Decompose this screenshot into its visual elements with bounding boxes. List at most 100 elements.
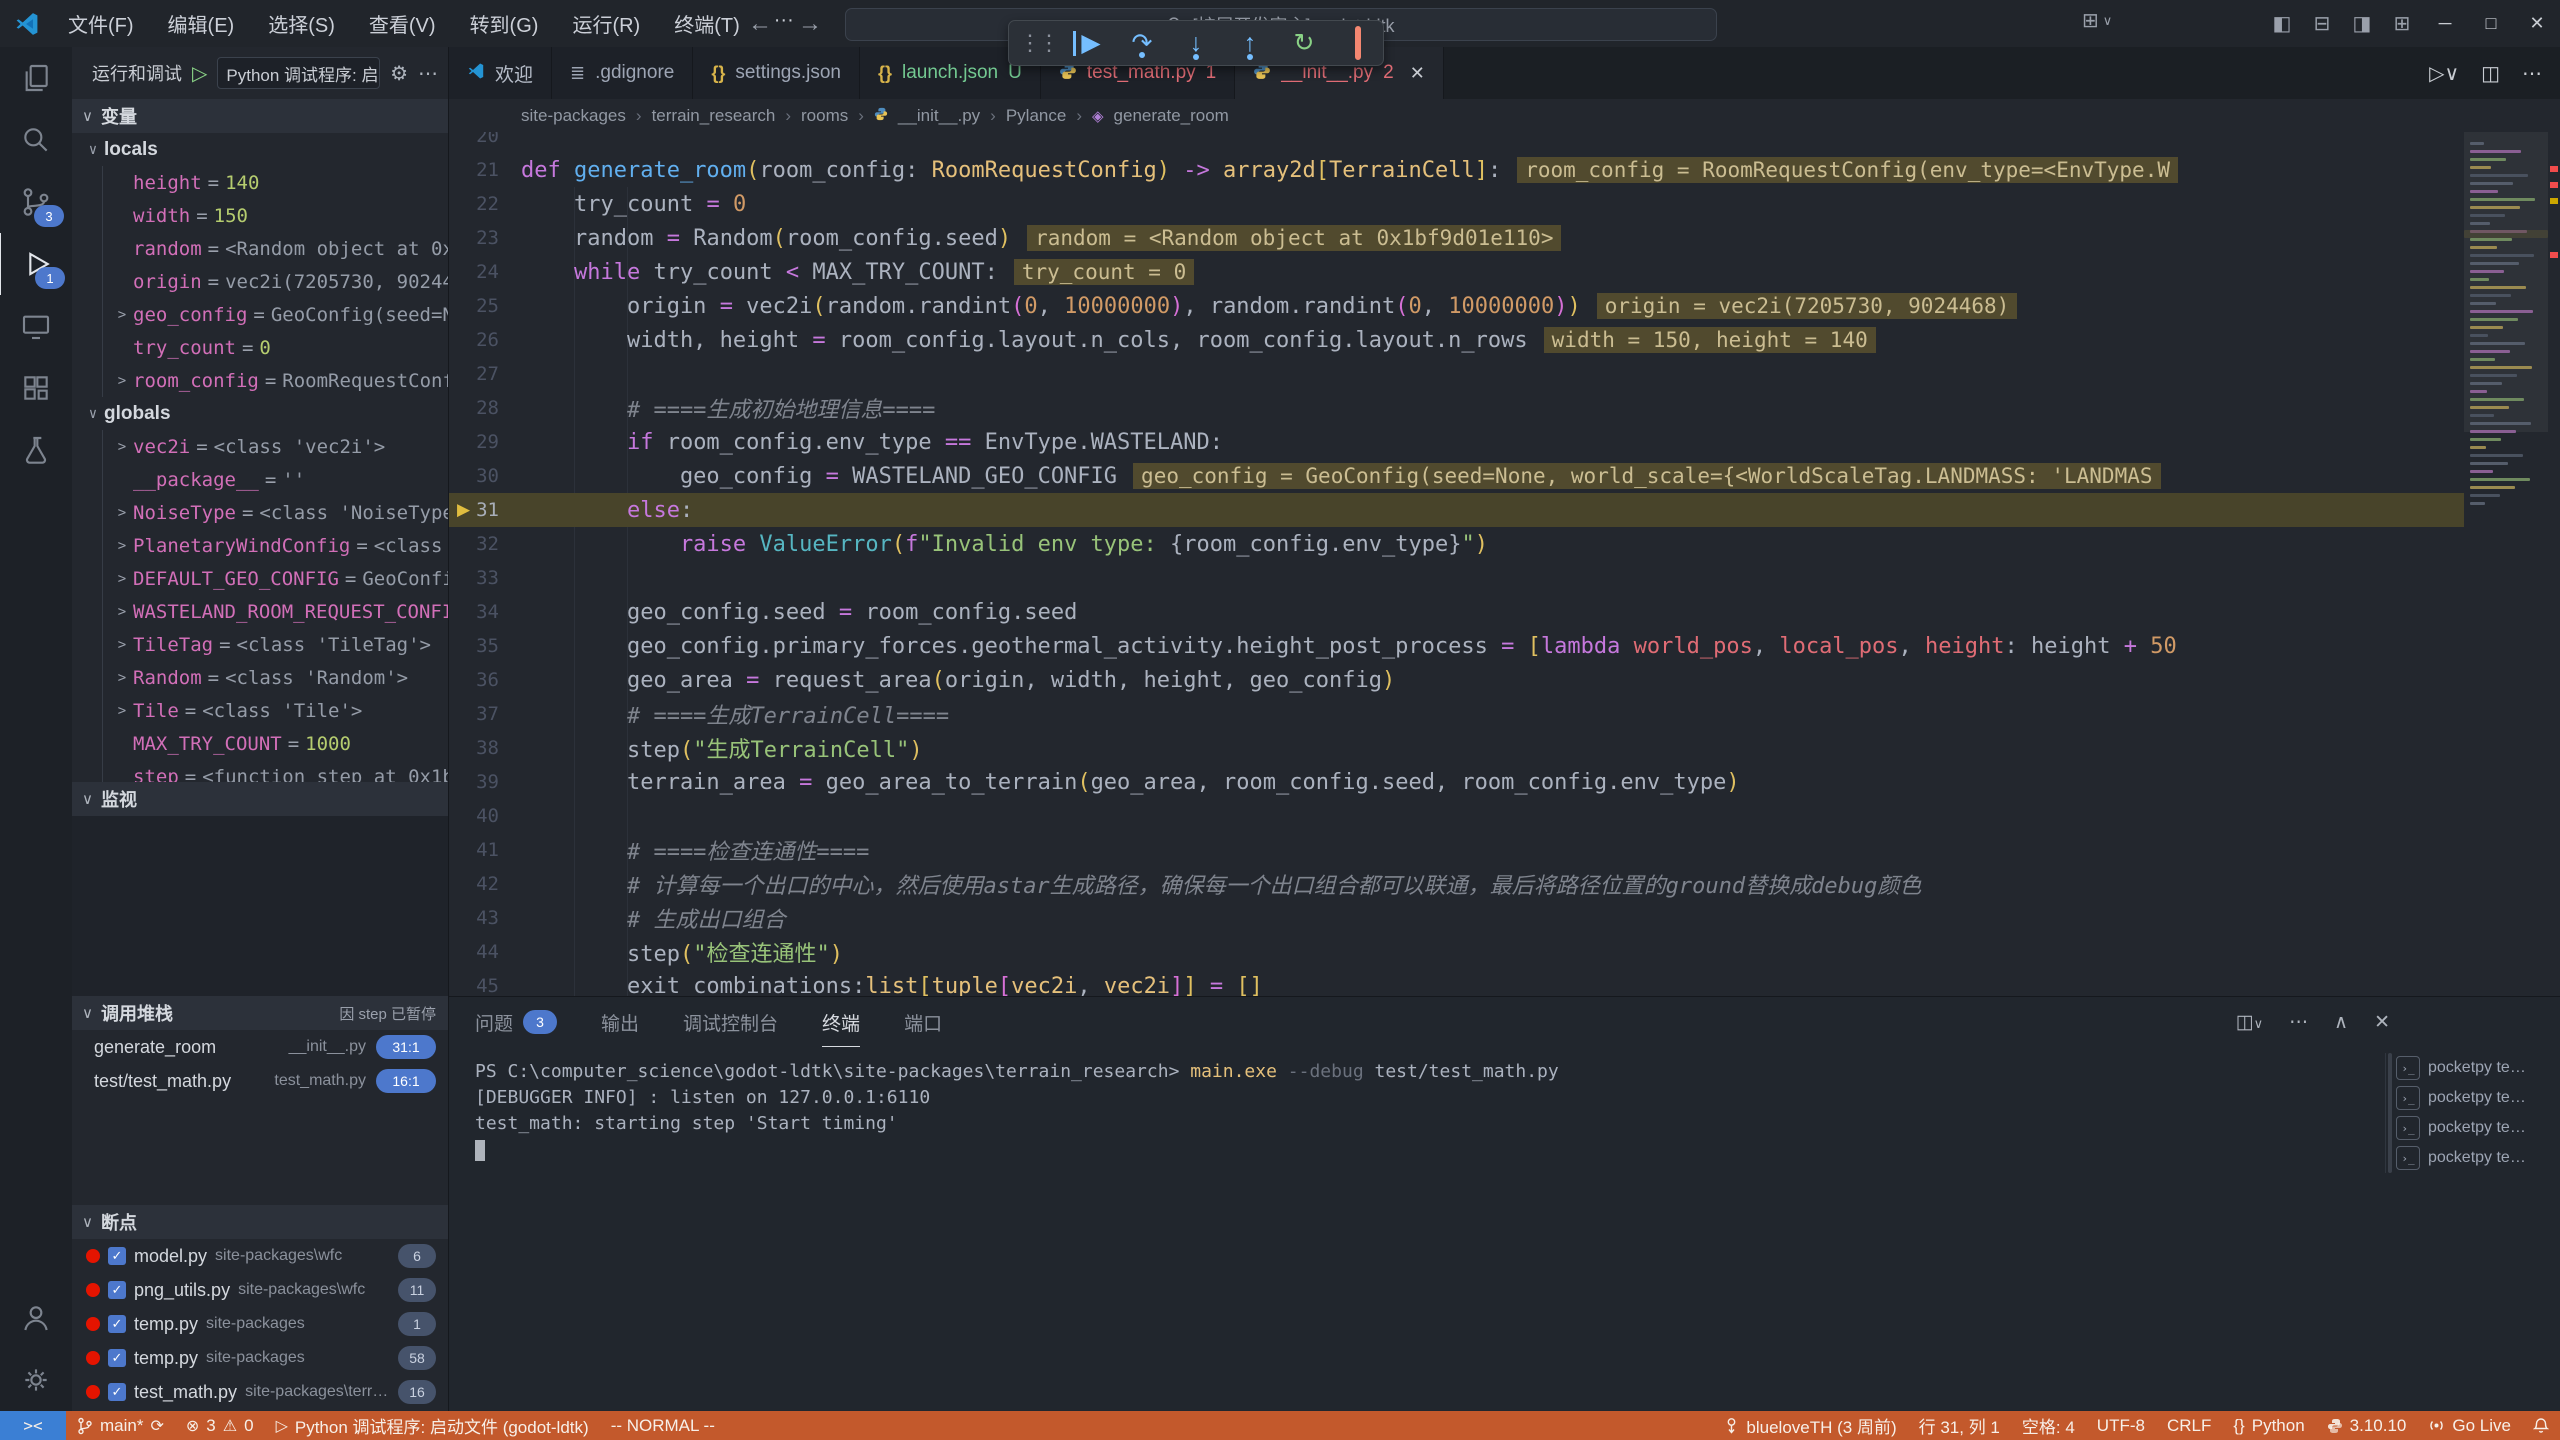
variable-row[interactable]: step=<function step at 0x1bf8d716d… <box>102 760 448 782</box>
close-panel-icon[interactable]: ✕ <box>2374 1011 2390 1034</box>
run-python-file-icon[interactable]: ▷∨ <box>2429 61 2459 86</box>
variable-row[interactable]: >WASTELAND_ROOM_REQUEST_CONFIG=RoomR… <box>102 595 448 628</box>
activity-search-icon[interactable] <box>0 109 72 171</box>
breakpoint-checkbox[interactable]: ✓ <box>108 1281 126 1299</box>
breakpoint-checkbox[interactable]: ✓ <box>108 1383 126 1401</box>
menu-item[interactable]: 编辑(E) <box>154 5 249 42</box>
code-line[interactable]: 34 geo_config.seed = room_config.seed <box>449 595 2464 629</box>
code-line[interactable]: 28 # ====生成初始地理信息==== <box>449 391 2464 425</box>
activity-testing-icon[interactable] <box>0 419 72 481</box>
breakpoint-row[interactable]: ✓temp.pysite-packages1 <box>72 1307 448 1341</box>
menu-item[interactable]: 终端(T) <box>660 5 754 42</box>
terminal-instance[interactable]: ›_pocketpy te… <box>2396 1083 2552 1113</box>
variable-row[interactable]: height=140 <box>102 166 448 199</box>
breakpoint-row[interactable]: ✓model.pysite-packages\wfc6 <box>72 1239 448 1273</box>
activity-accounts-icon[interactable] <box>0 1287 72 1349</box>
activity-source-control-icon[interactable]: 3 <box>0 171 72 233</box>
code-line[interactable]: 22 try_count = 0 <box>449 187 2464 221</box>
activity-run-and-debug-icon[interactable]: 1 <box>0 233 73 295</box>
toggle-sidebar-icon[interactable]: ◧ <box>2262 11 2302 36</box>
menu-item[interactable]: 转到(G) <box>456 5 553 42</box>
breakpoint-checkbox[interactable]: ✓ <box>108 1247 126 1265</box>
breadcrumb[interactable]: site-packages›terrain_research›rooms›__i… <box>449 99 2560 132</box>
debug-start-icon[interactable]: ▷ <box>192 61 207 86</box>
panel-tab-终端[interactable]: 终端 <box>822 997 860 1047</box>
breakpoints-section-header[interactable]: ∨断点 <box>72 1205 448 1239</box>
breadcrumb-item[interactable]: site-packages <box>521 106 626 126</box>
code-line[interactable]: 25 origin = vec2i(random.randint(0, 1000… <box>449 289 2464 323</box>
variable-row[interactable]: random=<Random object at 0x1bf9d01e… <box>102 232 448 265</box>
code-line[interactable]: 20 <box>449 132 2464 153</box>
go-live-status[interactable]: Go Live <box>2417 1411 2522 1440</box>
cursor-position-status[interactable]: 行 31, 列 1 <box>1908 1411 2011 1440</box>
callstack-frame[interactable]: test/test_math.pytest_math.py16:1 <box>72 1064 448 1098</box>
activity-explorer-icon[interactable] <box>0 47 72 109</box>
gitlens-blame-status[interactable]: blueloveTH (3 周前) <box>1713 1411 1907 1440</box>
code-line[interactable]: 42 # 计算每一个出口的中心，然后使用astar生成路径，确保每一个出口组合都… <box>449 867 2464 901</box>
eol-status[interactable]: CRLF <box>2156 1411 2222 1440</box>
variable-row[interactable]: width=150 <box>102 199 448 232</box>
callstack-frame[interactable]: generate_room__init__.py31:1 <box>72 1030 448 1064</box>
code-line[interactable]: 43 # 生成出口组合 <box>449 901 2464 935</box>
tab-settings.json[interactable]: {}settings.json <box>693 47 860 99</box>
variable-row[interactable]: origin=vec2i(7205730, 9024468) <box>102 265 448 298</box>
breakpoint-row[interactable]: ✓png_utils.pysite-packages\wfc11 <box>72 1273 448 1307</box>
activity-manage-icon[interactable] <box>0 1349 72 1411</box>
gear-icon[interactable]: ⚙ <box>390 61 408 86</box>
panel-tab-调试控制台[interactable]: 调试控制台 <box>683 997 778 1047</box>
code-line[interactable]: 44 step("检查连通性") <box>449 935 2464 969</box>
grid-menu-icon[interactable]: ⊞∨ <box>2082 8 2112 33</box>
code-line[interactable]: 26 width, height = room_config.layout.n_… <box>449 323 2464 357</box>
split-editor-icon[interactable]: ◫ <box>2481 61 2500 86</box>
editor-more-actions-icon[interactable]: ⋯ <box>2522 61 2542 86</box>
terminal-instance[interactable]: ›_pocketpy te… <box>2396 1113 2552 1143</box>
breadcrumb-item[interactable]: __init__.py <box>898 106 980 126</box>
notifications-bell-icon[interactable] <box>2522 1411 2560 1440</box>
code-line[interactable]: 35 geo_config.primary_forces.geothermal_… <box>449 629 2464 663</box>
variable-group[interactable]: ∨globals <box>72 397 448 430</box>
panel-tab-问题[interactable]: 问题3 <box>475 997 557 1047</box>
code-line[interactable]: 31 else: <box>449 493 2464 527</box>
variable-row[interactable]: >NoiseType=<class 'NoiseType'> <box>102 496 448 529</box>
breakpoint-row[interactable]: ✓test_math.pysite-packages\terrain_res…1… <box>72 1375 448 1409</box>
window-maximize-button[interactable]: □ <box>2468 0 2514 47</box>
python-interpreter-status[interactable]: 3.10.10 <box>2316 1411 2418 1440</box>
code-line[interactable]: 39 terrain_area = geo_area_to_terrain(ge… <box>449 765 2464 799</box>
panel-tab-端口[interactable]: 端口 <box>904 997 942 1047</box>
nav-back-icon[interactable]: ← <box>748 10 772 38</box>
activity-remote-explorer-icon[interactable] <box>0 295 72 357</box>
code-line[interactable]: 27 <box>449 357 2464 391</box>
minimap[interactable] <box>2464 132 2560 996</box>
breadcrumb-item[interactable]: terrain_research <box>652 106 776 126</box>
more-actions-icon[interactable]: ⋯ <box>418 61 440 86</box>
breakpoint-checkbox[interactable]: ✓ <box>108 1349 126 1367</box>
variable-row[interactable]: >Random=<class 'Random'> <box>102 661 448 694</box>
variables-section-header[interactable]: ∨变量 <box>72 99 448 133</box>
stop-icon[interactable] <box>1343 31 1373 56</box>
code-line[interactable]: 29 if room_config.env_type == EnvType.WA… <box>449 425 2464 459</box>
breadcrumb-item[interactable]: generate_room <box>1114 106 1229 126</box>
menu-item[interactable]: 选择(S) <box>254 5 349 42</box>
variable-group[interactable]: ∨locals <box>72 133 448 166</box>
menu-item[interactable]: 查看(V) <box>355 5 450 42</box>
variable-row[interactable]: >geo_config=GeoConfig(seed=None, wor… <box>102 298 448 331</box>
code-line[interactable]: 38 step("生成TerrainCell") <box>449 731 2464 765</box>
code-line[interactable]: 23 random = Random(room_config.seed)rand… <box>449 221 2464 255</box>
breadcrumb-item[interactable]: Pylance <box>1006 106 1066 126</box>
variable-row[interactable]: MAX_TRY_COUNT=1000 <box>102 727 448 760</box>
code-editor[interactable]: 2021def generate_room(room_config: RoomR… <box>449 132 2560 996</box>
variable-row[interactable]: >vec2i=<class 'vec2i'> <box>102 430 448 463</box>
customize-layout-icon[interactable]: ⊞ <box>2382 11 2422 36</box>
step-over-icon[interactable]: ↷ <box>1127 31 1157 56</box>
nav-forward-icon[interactable]: → <box>798 10 822 38</box>
continue-icon[interactable]: ▶ <box>1073 31 1103 56</box>
restart-icon[interactable]: ↻ <box>1289 31 1319 56</box>
code-line[interactable]: 37 # ====生成TerrainCell==== <box>449 697 2464 731</box>
tab-.gdignore[interactable]: ≣.gdignore <box>552 47 693 99</box>
code-line[interactable]: 24 while try_count < MAX_TRY_COUNT:try_c… <box>449 255 2464 289</box>
code-line[interactable]: 36 geo_area = request_area(origin, width… <box>449 663 2464 697</box>
panel-tab-输出[interactable]: 输出 <box>601 997 639 1047</box>
toggle-panel-icon[interactable]: ⊟ <box>2302 11 2342 36</box>
step-out-icon[interactable]: ↑ <box>1235 31 1265 56</box>
menu-item[interactable]: 文件(F) <box>54 5 148 42</box>
